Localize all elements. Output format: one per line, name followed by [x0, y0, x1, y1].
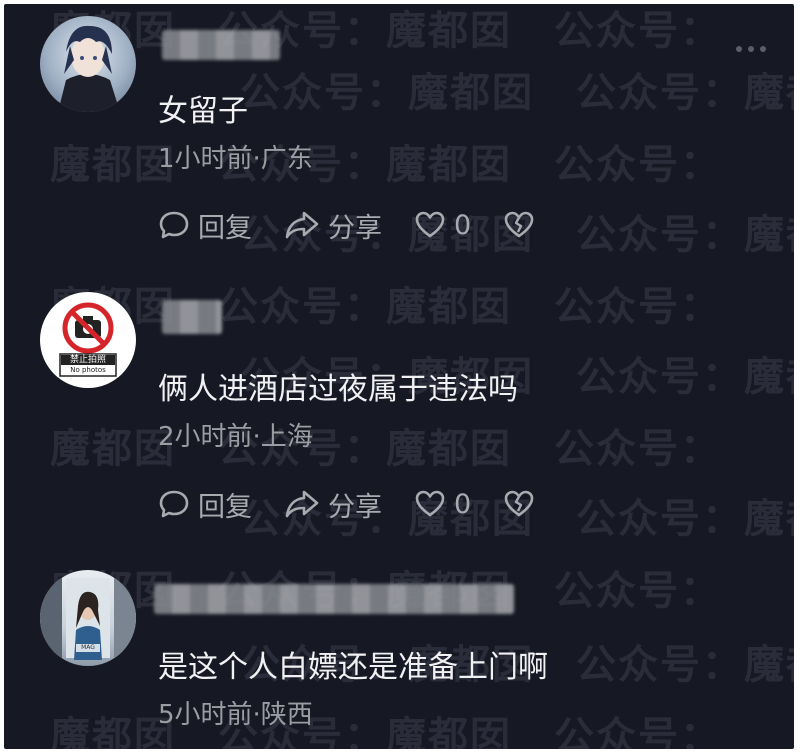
like-button[interactable]: 0 [414, 488, 471, 520]
watermark-text: 公众号：魔都囡 公众号：魔都囡 [240, 70, 794, 116]
avatar[interactable]: MAG [40, 570, 136, 666]
share-label: 分享 [328, 491, 382, 523]
comment-actions: 回复 分享 0 [158, 205, 575, 245]
comment-bubble-icon [159, 211, 189, 239]
heart-icon [415, 490, 445, 517]
username-blurred[interactable] [162, 300, 222, 334]
comment-panel: 魔都囡 公众号：魔都囡 公众号： 魔都囡 公众号：魔都囡 公众号： 魔都囡 公众… [4, 4, 794, 749]
sign-sublabel: No photos [70, 366, 106, 374]
sign-label: 禁止拍照 [69, 355, 106, 365]
watermark-text: 魔都囡 公众号：魔都囡 公众号： [50, 284, 722, 330]
share-arrow-icon [285, 211, 319, 239]
comment-meta: 1小时前·广东 [158, 144, 313, 174]
avatar[interactable] [40, 16, 136, 112]
reply-label: 回复 [198, 491, 252, 523]
broken-heart-icon [504, 211, 534, 238]
like-count: 0 [454, 488, 472, 520]
comment-bubble-icon [159, 490, 189, 518]
share-button[interactable]: 分享 [284, 206, 382, 245]
reply-button[interactable]: 回复 [158, 206, 252, 245]
watermark-text: 魔都囡 公众号：魔都囡 公众号： [50, 714, 722, 749]
share-button[interactable]: 分享 [284, 485, 382, 524]
comment-text: 女留子 [158, 94, 248, 129]
heart-icon [415, 211, 445, 238]
avatar[interactable]: 禁止拍照 No photos [40, 292, 136, 388]
watermark-text: 魔都囡 公众号：魔都囡 公众号： [50, 8, 722, 54]
more-options-icon[interactable] [736, 46, 766, 52]
anime-character-icon [58, 25, 120, 112]
like-button[interactable]: 0 [414, 209, 471, 241]
dislike-button[interactable] [503, 488, 543, 520]
comment-meta: 5小时前·陕西 [158, 700, 313, 730]
comment-actions: 回复 分享 0 [158, 484, 575, 524]
like-count: 0 [454, 209, 472, 241]
username-blurred[interactable] [162, 30, 280, 60]
watermark-text: 魔都囡 公众号：魔都囡 公众号： [50, 426, 722, 472]
broken-heart-icon [504, 490, 534, 517]
watermark-text: 魔都囡 公众号：魔都囡 公众号： [50, 142, 722, 188]
comment-text: 俩人进酒店过夜属于违法吗 [158, 372, 518, 407]
share-arrow-icon [285, 490, 319, 518]
reply-button[interactable]: 回复 [158, 485, 252, 524]
share-label: 分享 [328, 212, 382, 244]
comment-meta: 2小时前·上海 [158, 422, 313, 452]
reply-label: 回复 [198, 212, 252, 244]
avatar-badge: MAG [81, 644, 95, 651]
username-blurred[interactable] [154, 584, 514, 614]
dislike-button[interactable] [503, 209, 543, 241]
comment-text: 是这个人白嫖还是准备上门啊 [158, 650, 548, 685]
